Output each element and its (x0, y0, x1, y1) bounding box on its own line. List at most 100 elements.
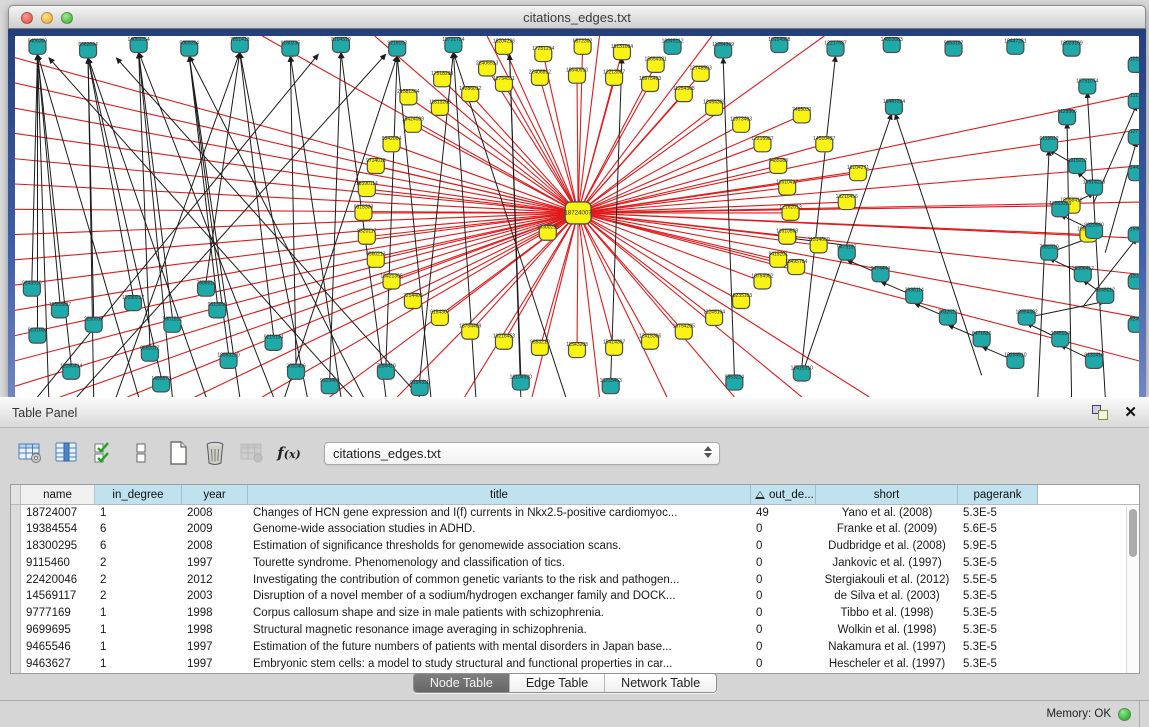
function-builder-icon[interactable]: f(x) (273, 438, 305, 468)
paper-node-yellow[interactable]: 22406513 (476, 60, 498, 76)
paper-node-teal[interactable]: 8131004 (28, 327, 48, 343)
cell-out-de-[interactable]: 0 (751, 522, 816, 539)
column-header-name[interactable]: name (21, 485, 95, 504)
cell-title[interactable]: Investigating the contribution of common… (248, 572, 751, 589)
cell-short[interactable]: de Silva et al. (2003) (816, 589, 958, 606)
cell-year[interactable]: 2003 (182, 589, 248, 606)
cell-pagerank[interactable]: 5.6E-5 (958, 522, 1038, 539)
cell-short[interactable]: Jankovic et al. (1997) (816, 555, 958, 572)
cell-name[interactable]: 14569117 (21, 589, 95, 606)
cell-in-degree[interactable]: 1 (95, 505, 182, 522)
paper-node-yellow[interactable]: 12748503 (690, 66, 712, 82)
paper-node-yellow[interactable]: 8320117 (357, 229, 376, 245)
paper-node-yellow[interactable]: 7254402 (403, 293, 423, 309)
close-panel-icon[interactable]: ✕ (1124, 405, 1137, 420)
paper-node-teal[interactable]: 2260518 (84, 317, 104, 333)
cell-year[interactable]: 2012 (182, 572, 248, 589)
paper-node-teal[interactable]: 7254410 (376, 364, 396, 380)
scrollbar-thumb[interactable] (1129, 509, 1137, 557)
paper-node-teal[interactable]: 10553289 (1049, 201, 1071, 217)
new-column-icon[interactable] (162, 438, 194, 468)
paper-node-teal[interactable]: 8562094 (78, 42, 98, 58)
column-header-title[interactable]: title (248, 485, 751, 504)
paper-node-teal[interactable]: 10294510 (1004, 353, 1026, 369)
cell-name[interactable]: 9463627 (21, 656, 95, 673)
cell-out-de-[interactable]: 49 (751, 505, 816, 522)
cell-out-de-[interactable]: 0 (751, 639, 816, 656)
paper-node-yellow[interactable]: 9553210 (530, 340, 550, 356)
paper-node-teal[interactable]: 12415310 (791, 365, 813, 381)
paper-node-yellow[interactable]: 16754409 (459, 323, 481, 339)
delete-column-icon[interactable] (199, 438, 231, 468)
cell-pagerank[interactable]: 5.3E-5 (958, 555, 1038, 572)
cell-short[interactable]: Yano et al. (2008) (816, 505, 958, 522)
select-all-icon[interactable] (88, 438, 120, 468)
network-view-window[interactable]: citations_edges.txt 94063098562094140692… (8, 5, 1146, 397)
paper-node-yellow[interactable]: 10216453 (493, 334, 515, 350)
paper-node-teal[interactable]: 6119912 (1040, 136, 1059, 152)
table-row[interactable]: 911546021997Tourette syndrome. Phenomeno… (11, 555, 1139, 572)
paper-node-teal[interactable]: 14431 (1128, 165, 1139, 181)
paper-node-teal[interactable]: 7851413 (230, 37, 250, 53)
cell-title[interactable]: Changes of HCN gene expression and I(f) … (248, 505, 751, 522)
cell-pagerank[interactable]: 5.9E-5 (958, 539, 1038, 556)
paper-node-teal[interactable]: 16447281 (1004, 39, 1026, 55)
paper-node-teal[interactable]: 9513010 (208, 302, 228, 318)
cell-out-de-[interactable]: 0 (751, 555, 816, 572)
cell-in-degree[interactable]: 1 (95, 606, 182, 623)
cell-year[interactable]: 2008 (182, 505, 248, 522)
paper-node-teal[interactable]: 9154311 (410, 380, 429, 396)
paper-node-teal[interactable]: 9853107 (944, 40, 964, 56)
cell-in-degree[interactable]: 1 (95, 639, 182, 656)
paper-node-yellow[interactable]: 13210456 (836, 194, 858, 210)
paper-node-yellow[interactable]: 15424009 (402, 117, 424, 133)
paper-node-yellow[interactable]: 11543208 (566, 342, 588, 358)
cell-pagerank[interactable]: 5.3E-5 (958, 639, 1038, 656)
paper-node-teal[interactable]: 2091406 (286, 364, 306, 380)
table-header-row[interactable]: namein_degreeyeartitleout_de...shortpage… (11, 485, 1139, 505)
cell-name[interactable]: 18724007 (21, 505, 95, 522)
paper-node-teal[interactable]: 7906512 (196, 281, 216, 297)
paper-node-teal[interactable]: 12217987 (824, 40, 846, 56)
cell-out-de-[interactable]: 0 (751, 606, 816, 623)
cell-year[interactable]: 2009 (182, 522, 248, 539)
paper-node-teal[interactable]: 16104530 (510, 374, 532, 390)
paper-node-yellow[interactable]: 8342004 (382, 136, 402, 152)
paper-node-teal[interactable]: 9129966 (1057, 109, 1077, 125)
paper-node-teal[interactable]: 16447294 (883, 99, 905, 115)
float-panel-icon[interactable] (1092, 405, 1110, 421)
paper-node-teal[interactable]: 15721734 (442, 37, 464, 53)
paper-node-teal[interactable]: 15023109 (1060, 40, 1082, 56)
cell-short[interactable]: Nakamura et al. (1997) (816, 639, 958, 656)
node-table[interactable]: namein_degreeyeartitleout_de...shortpage… (10, 484, 1140, 674)
cell-pagerank[interactable]: 5.5E-5 (958, 572, 1038, 589)
cell-in-degree[interactable]: 2 (95, 572, 182, 589)
paper-node-yellow[interactable]: 21581304 (397, 89, 419, 105)
cell-pagerank[interactable]: 5.3E-5 (958, 656, 1038, 673)
paper-node-teal[interactable]: 10914213 (1083, 179, 1105, 195)
paper-node-teal[interactable]: 9219104 (264, 335, 284, 351)
paper-node-teal[interactable]: 12034 (1128, 273, 1139, 289)
cell-name[interactable]: 19384554 (21, 522, 95, 539)
paper-node-yellow[interactable]: 7485083 (768, 158, 788, 174)
cell-out-de-[interactable]: 0 (751, 572, 816, 589)
paper-node-teal[interactable]: 8104519 (331, 37, 351, 53)
paper-node-teal[interactable]: 16949112 (662, 39, 684, 55)
paper-node-yellow[interactable]: 22406812 (529, 70, 551, 86)
paper-node-yellow[interactable]: 18300295 (537, 225, 559, 241)
table-settings-icon[interactable] (14, 438, 46, 468)
cell-year[interactable]: 1997 (182, 639, 248, 656)
paper-node-yellow[interactable]: 11254308 (673, 86, 695, 102)
paper-node-yellow[interactable]: 9315308 (354, 205, 374, 221)
paper-node-yellow[interactable]: 9714013 (366, 158, 386, 174)
paper-node-teal[interactable]: 8471626 (972, 331, 992, 347)
paper-node-teal[interactable]: 11254309 (712, 42, 734, 58)
paper-node-yellow[interactable]: 11610508 (776, 229, 798, 245)
paper-node-teal[interactable]: 15963 (1128, 226, 1139, 242)
hub-paper-node[interactable]: 18724007 (564, 202, 592, 224)
cell-title[interactable]: Genome-wide association studies in ADHD. (248, 522, 751, 539)
cell-short[interactable]: Stergiakouli et al. (2012) (816, 572, 958, 589)
cell-name[interactable]: 9699695 (21, 623, 95, 640)
paper-node-teal[interactable]: 14853083 (881, 37, 903, 53)
cell-name[interactable]: 9115460 (21, 555, 95, 572)
